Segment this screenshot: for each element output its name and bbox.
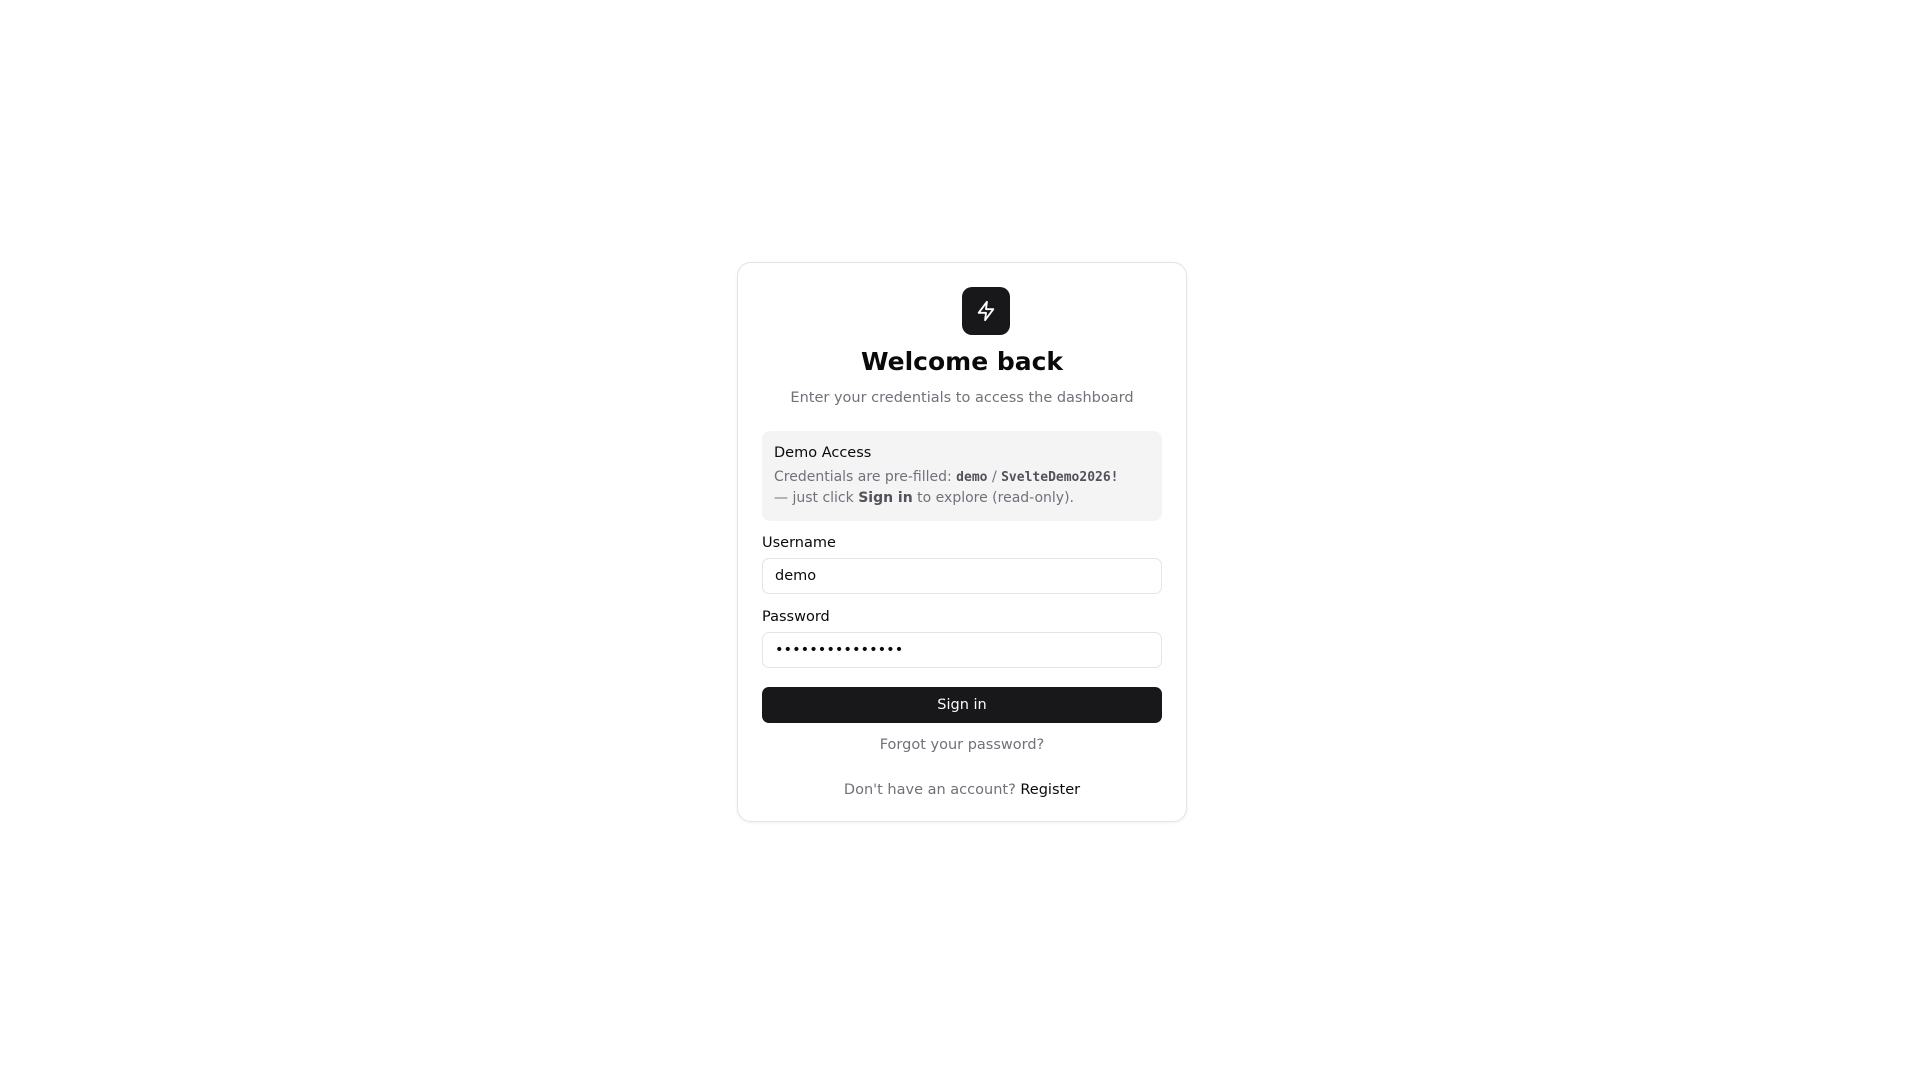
username-label: Username — [762, 535, 836, 551]
demo-access-title: Demo Access — [774, 445, 872, 461]
forgot-password-link[interactable]: Forgot your password? — [880, 737, 1045, 753]
demo-password: SvelteDemo2026! — [1001, 470, 1119, 485]
password-input[interactable] — [762, 632, 1162, 668]
page-title: Welcome back — [860, 347, 1064, 376]
login-card: Welcome back Enter your credentials to a… — [737, 262, 1187, 822]
demo-access-notice: Demo Access Credentials are pre-filled: … — [762, 431, 1162, 521]
no-account-text: Don't have an account? — [843, 782, 1016, 798]
demo-text-middle: — just click — [774, 490, 854, 506]
forgot-password-row: Forgot your password? — [762, 735, 1162, 755]
demo-text-prefix: Credentials are pre-filled: — [774, 469, 952, 485]
password-label: Password — [762, 609, 830, 625]
register-row: Don't have an account? Register — [762, 780, 1162, 800]
demo-separator: / — [991, 469, 997, 485]
demo-username: demo — [956, 470, 988, 485]
demo-action: Sign in — [858, 490, 913, 506]
register-link[interactable]: Register — [1020, 782, 1080, 798]
username-input[interactable] — [762, 558, 1162, 594]
sign-in-button[interactable]: Sign in — [762, 687, 1162, 723]
demo-access-text: Credentials are pre-filled: demo / Svelt… — [774, 467, 1150, 509]
demo-text-suffix: to explore (read-only). — [917, 490, 1074, 506]
page-subtitle: Enter your credentials to access the das… — [790, 390, 1134, 406]
app-logo — [962, 287, 1010, 335]
lightning-bolt-icon — [975, 300, 997, 322]
